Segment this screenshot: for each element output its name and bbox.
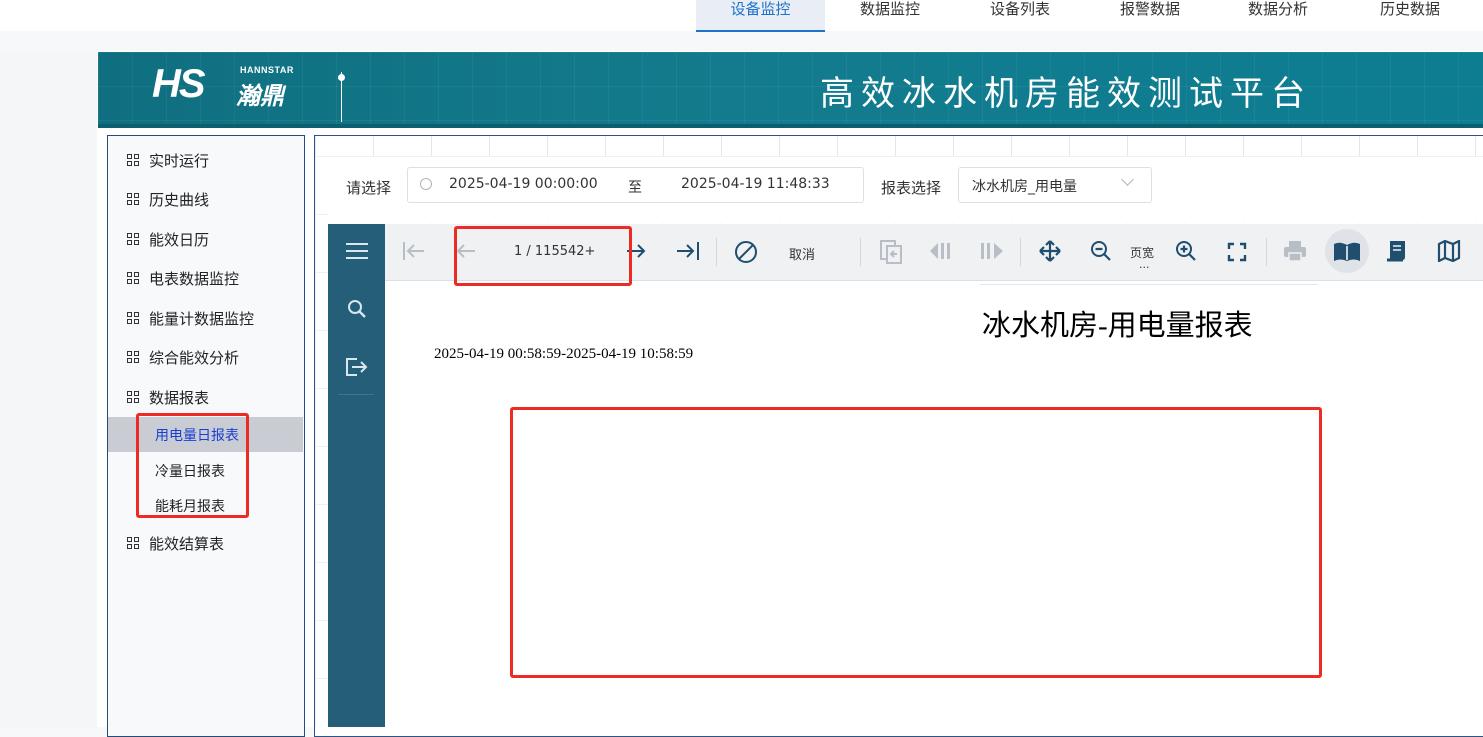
sidebar-item-label: 综合能效分析 bbox=[149, 349, 240, 367]
toolbar-separator bbox=[1020, 238, 1021, 266]
menu-icon[interactable] bbox=[346, 242, 368, 260]
sidebar-item-label: 电表数据监控 bbox=[149, 270, 240, 288]
annotation-box-report-body bbox=[510, 407, 1322, 678]
nav-tab-device-monitor[interactable]: 设备监控 bbox=[696, 0, 825, 32]
logo-mark: HS bbox=[152, 62, 206, 106]
main-panel-header bbox=[315, 136, 1483, 156]
report-title-rule bbox=[980, 284, 1318, 285]
grid-icon bbox=[127, 193, 140, 206]
logo-brand-en: HANNSTAR bbox=[240, 65, 294, 75]
grid-icon bbox=[127, 537, 140, 550]
last-page-icon[interactable] bbox=[675, 240, 701, 262]
logo-divider bbox=[341, 72, 342, 122]
date-end-input[interactable]: 2025-04-19 11:48:33 bbox=[681, 176, 830, 192]
grid-icon bbox=[127, 233, 140, 246]
cancel-button[interactable]: 取消 bbox=[789, 244, 815, 263]
toolbar-separator bbox=[716, 238, 717, 266]
banner-bottom-border bbox=[98, 124, 1483, 128]
annotation-box-sub-reports bbox=[136, 413, 249, 518]
top-nav: 设备监控 数据监控 设备列表 报警数据 数据分析 历史数据 bbox=[0, 0, 1483, 32]
grid-icon bbox=[127, 312, 140, 325]
continuous-icon[interactable] bbox=[1385, 239, 1409, 265]
zoom-in-icon[interactable] bbox=[1175, 240, 1197, 262]
next-frame-icon[interactable] bbox=[979, 241, 1005, 261]
nav-tab-alarm-data[interactable]: 报警数据 bbox=[1100, 0, 1200, 30]
nav-tab-device-list[interactable]: 设备列表 bbox=[970, 0, 1070, 30]
annotation-box-page-indicator bbox=[454, 226, 632, 286]
report-date-range: 2025-04-19 00:58:59-2025-04-19 10:58:59 bbox=[434, 346, 694, 362]
viewer-sidebar-divider bbox=[338, 394, 374, 395]
sidebar-item-label: 能效日历 bbox=[149, 231, 210, 249]
date-range-separator: 至 bbox=[628, 180, 642, 196]
logo-brand-cn: 瀚鼎 bbox=[236, 82, 284, 110]
prev-frame-icon[interactable] bbox=[928, 241, 954, 261]
report-select-value: 冰水机房_用电量 bbox=[972, 179, 1077, 195]
first-page-icon[interactable] bbox=[402, 240, 426, 262]
sidebar-item-label: 实时运行 bbox=[149, 152, 210, 170]
sidebar-item-settlement[interactable]: 能效结算表 bbox=[127, 533, 224, 554]
print-icon[interactable] bbox=[1283, 240, 1307, 262]
sidebar-item-efficiency-calendar[interactable]: 能效日历 bbox=[127, 229, 209, 250]
date-start-input[interactable]: 2025-04-19 00:00:00 bbox=[449, 176, 598, 192]
map-icon[interactable] bbox=[1437, 240, 1461, 262]
sidebar-item-label: 数据报表 bbox=[149, 389, 210, 407]
nav-tab-data-monitor[interactable]: 数据监控 bbox=[840, 0, 940, 30]
page-width-more: ... bbox=[1139, 258, 1150, 271]
page-title: 高效冰水机房能效测试平台 bbox=[820, 74, 1312, 114]
nav-tab-data-analysis[interactable]: 数据分析 bbox=[1228, 0, 1328, 30]
sidebar-item-label: 历史曲线 bbox=[149, 191, 210, 209]
clock-icon bbox=[420, 178, 432, 190]
move-icon[interactable] bbox=[1038, 239, 1062, 263]
sidebar-item-energy-meter-monitor[interactable]: 能量计数据监控 bbox=[127, 308, 254, 329]
toolbar-separator bbox=[860, 238, 861, 266]
export-icon[interactable] bbox=[345, 357, 369, 377]
report-select-label: 报表选择 bbox=[881, 179, 942, 197]
nav-tab-history-data[interactable]: 历史数据 bbox=[1355, 0, 1465, 30]
stop-icon[interactable] bbox=[734, 240, 758, 264]
sidebar-item-data-report[interactable]: 数据报表 bbox=[127, 387, 209, 408]
zoom-out-icon[interactable] bbox=[1090, 240, 1112, 262]
sidebar-item-history-curve[interactable]: 历史曲线 bbox=[127, 189, 209, 210]
sidebar-item-realtime[interactable]: 实时运行 bbox=[127, 150, 209, 171]
report-title: 冰水机房-用电量报表 bbox=[982, 310, 1253, 342]
grid-icon bbox=[127, 272, 140, 285]
toolbar-separator bbox=[1266, 238, 1267, 266]
sidebar-item-efficiency-analysis[interactable]: 综合能效分析 bbox=[127, 347, 239, 368]
search-icon[interactable] bbox=[347, 299, 367, 319]
sidebar-item-label: 能效结算表 bbox=[149, 535, 225, 553]
grid-icon bbox=[127, 154, 140, 167]
sidebar-item-meter-monitor[interactable]: 电表数据监控 bbox=[127, 268, 239, 289]
open-book-icon bbox=[1334, 242, 1360, 261]
grid-icon bbox=[127, 391, 140, 404]
fullscreen-icon[interactable] bbox=[1227, 242, 1247, 262]
grid-icon bbox=[127, 351, 140, 364]
sidebar-item-label: 能量计数据监控 bbox=[149, 310, 255, 328]
left-gutter bbox=[0, 51, 97, 727]
date-range-label: 请选择 bbox=[346, 179, 392, 197]
refresh-icon[interactable] bbox=[879, 239, 903, 265]
